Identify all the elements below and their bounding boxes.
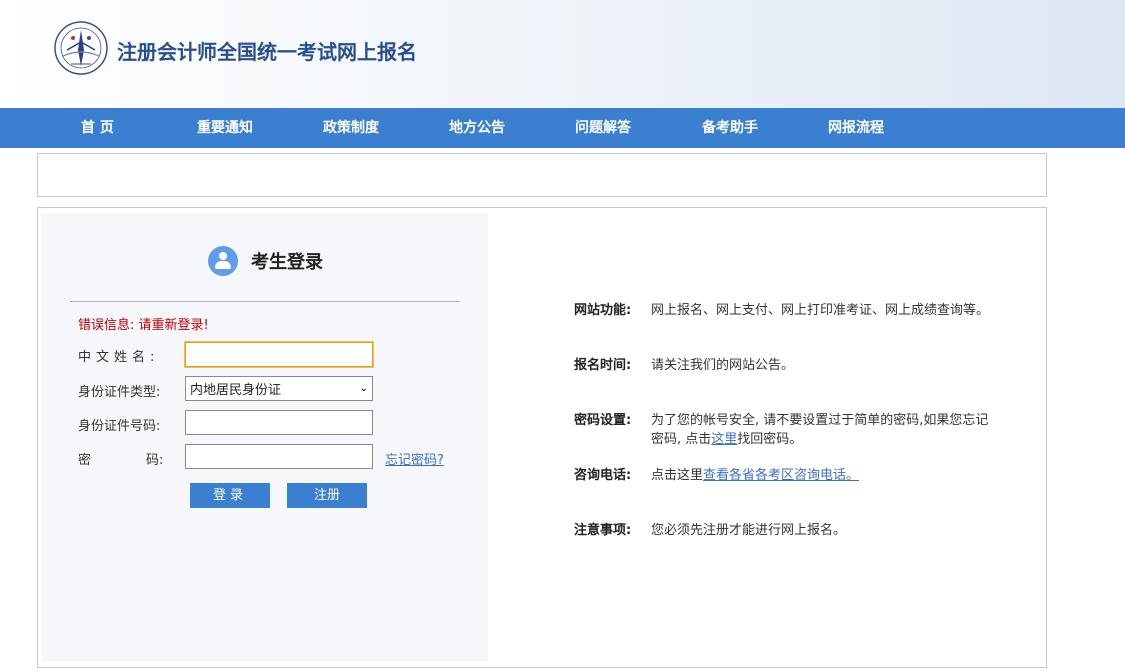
user-icon	[208, 246, 238, 276]
id-number-input[interactable]	[185, 410, 373, 435]
divider	[70, 301, 460, 302]
id-number-label: 身份证件号码:	[78, 419, 161, 434]
password-label: 密 码:	[78, 449, 163, 468]
password-label-part2: 码:	[146, 453, 164, 468]
chevron-down-icon: ⌄	[359, 383, 368, 394]
info-text-part: 找回密码。	[737, 432, 803, 447]
login-panel: 考生登录 错误信息: 请重新登录! 中文姓名: 身份证件类型: 内地居民身份证 …	[42, 213, 488, 661]
name-label: 中文姓名:	[78, 350, 160, 365]
info-text: 您必须先注册才能进行网上报名。	[651, 523, 847, 538]
nav-item-exam-helper[interactable]: 备考助手	[702, 108, 758, 148]
info-text: 点击这里查看各省各考区咨询电话。	[651, 466, 996, 485]
id-type-select[interactable]: 内地居民身份证 ⌄	[185, 376, 373, 401]
error-message: 错误信息: 请重新登录!	[78, 318, 209, 333]
notice-box	[37, 153, 1047, 197]
nav-item-policies[interactable]: 政策制度	[323, 108, 379, 148]
contact-phones-link[interactable]: 查看各省各考区咨询电话。	[703, 468, 859, 483]
forgot-password-link[interactable]: 忘记密码?	[385, 449, 444, 468]
main-nav: 首 页 重要通知 政策制度 地方公告 问题解答 备考助手 网报流程	[0, 108, 1125, 148]
info-label: 咨询电话:	[574, 468, 632, 483]
nav-item-local-announcements[interactable]: 地方公告	[449, 108, 505, 148]
main-content: 考生登录 错误信息: 请重新登录! 中文姓名: 身份证件类型: 内地居民身份证 …	[37, 207, 1047, 668]
register-button[interactable]: 注册	[287, 483, 367, 508]
login-title: 考生登录	[251, 252, 323, 273]
site-title: 注册会计师全国统一考试网上报名	[117, 40, 417, 64]
nav-item-important-notices[interactable]: 重要通知	[197, 108, 253, 148]
info-label: 网站功能:	[574, 303, 632, 318]
emblem-logo-icon	[54, 21, 108, 75]
info-text-part: 点击这里	[651, 468, 704, 483]
nav-item-registration-process[interactable]: 网报流程	[828, 108, 884, 148]
name-input[interactable]	[185, 342, 373, 367]
info-text-part: 为了您的帐号安全, 请不要设置过于简单的密码,如果您忘记密码, 点击	[651, 413, 989, 447]
info-text: 为了您的帐号安全, 请不要设置过于简单的密码,如果您忘记密码, 点击这里找回密码…	[651, 411, 996, 449]
password-label-part1: 密	[78, 453, 92, 468]
info-text: 请关注我们的网站公告。	[651, 358, 795, 373]
site-header: 注册会计师全国统一考试网上报名	[0, 0, 1125, 108]
nav-item-faq[interactable]: 问题解答	[575, 108, 631, 148]
info-label: 报名时间:	[574, 358, 632, 373]
login-header: 考生登录	[208, 245, 323, 277]
info-label: 密码设置:	[574, 413, 632, 428]
nav-item-home[interactable]: 首 页	[81, 108, 114, 148]
login-button[interactable]: 登录	[190, 483, 270, 508]
id-type-selected-value: 内地居民身份证	[190, 383, 282, 398]
password-input[interactable]	[185, 444, 373, 469]
info-text: 网上报名、网上支付、网上打印准考证、网上成绩查询等。	[651, 303, 990, 318]
id-type-label: 身份证件类型:	[78, 385, 161, 400]
info-label: 注意事项:	[574, 523, 632, 538]
recover-password-link[interactable]: 这里	[711, 432, 737, 447]
